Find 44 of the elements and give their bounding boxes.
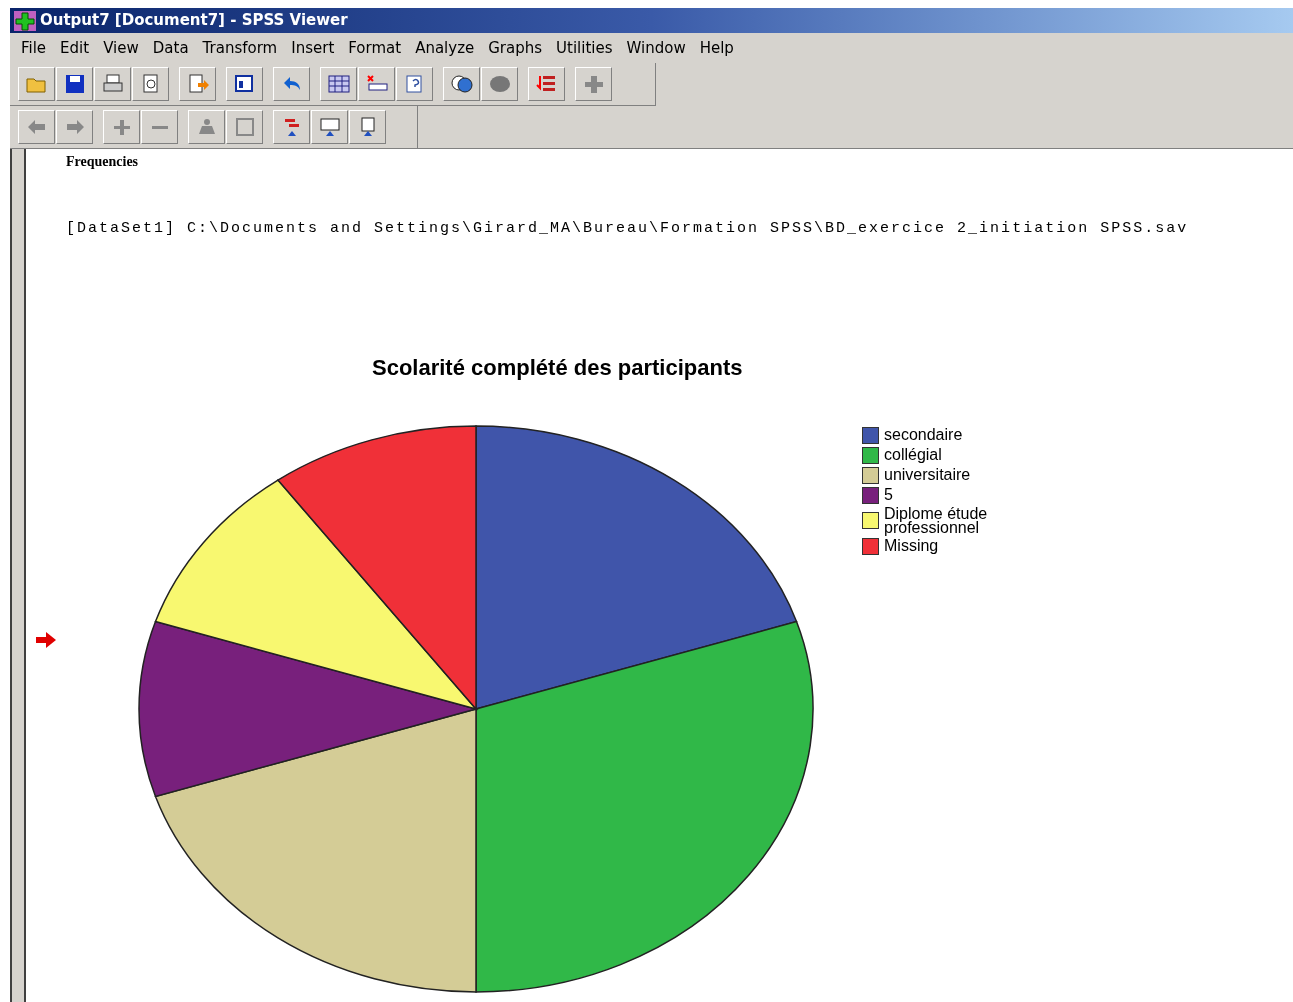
menu-item[interactable]: Analyze [408, 36, 482, 60]
dataset-path: [DataSet1] C:\Documents and Settings\Girard_MA\Bureau\Formation SPSS\BD_exercice 2_initiation SPSS.sav [66, 219, 1190, 239]
legend-label: secondaire [884, 428, 964, 442]
arrow-icon [36, 632, 58, 648]
window-icon[interactable] [226, 67, 263, 101]
window-title: Output7 [Document7] - SPSS Viewer [40, 10, 348, 32]
menu-item[interactable]: Transform [195, 36, 285, 60]
app-icon [14, 10, 36, 31]
export-icon[interactable] [179, 67, 216, 101]
undo-icon[interactable] [273, 67, 310, 101]
legend-label: Missing [884, 539, 940, 553]
minus-icon[interactable] [141, 110, 178, 144]
frame-icon[interactable] [226, 110, 263, 144]
grid-icon[interactable] [320, 67, 357, 101]
scale-icon[interactable] [188, 110, 225, 144]
open-folder-icon[interactable] [18, 67, 55, 101]
list-icon[interactable] [528, 67, 565, 101]
print-preview-icon[interactable] [132, 67, 169, 101]
legend-label: Diplome étude professionnel [884, 506, 989, 535]
menu-item[interactable]: Utilities [549, 36, 620, 60]
menu-item[interactable]: Help [692, 36, 741, 60]
save-icon[interactable] [56, 67, 93, 101]
menu-item[interactable]: File [14, 36, 54, 60]
circles-icon[interactable] [443, 67, 480, 101]
menu-item[interactable]: Insert [284, 36, 342, 60]
legend-label: collégial [884, 448, 943, 462]
menu-item[interactable]: Edit [53, 36, 97, 60]
plus-icon[interactable] [575, 67, 612, 101]
plus-icon[interactable] [103, 110, 140, 144]
menu-item[interactable]: Data [145, 36, 196, 60]
monitor-icon[interactable] [311, 110, 348, 144]
output-heading: Frequencies [66, 153, 140, 171]
legend-label: universitaire [884, 468, 972, 482]
document-icon[interactable] [349, 110, 386, 144]
print-icon[interactable] [94, 67, 131, 101]
legend-label: 5 [884, 488, 894, 502]
bars-icon[interactable] [273, 110, 310, 144]
blob-icon[interactable] [481, 67, 518, 101]
menu-item[interactable]: View [96, 36, 146, 60]
menu-item[interactable]: Window [619, 36, 693, 60]
chart-title: Scolarité complété des participants [372, 353, 744, 382]
menu-item[interactable]: Graphs [481, 36, 550, 60]
menu-item[interactable]: Format [341, 36, 409, 60]
help-icon[interactable] [396, 67, 433, 101]
